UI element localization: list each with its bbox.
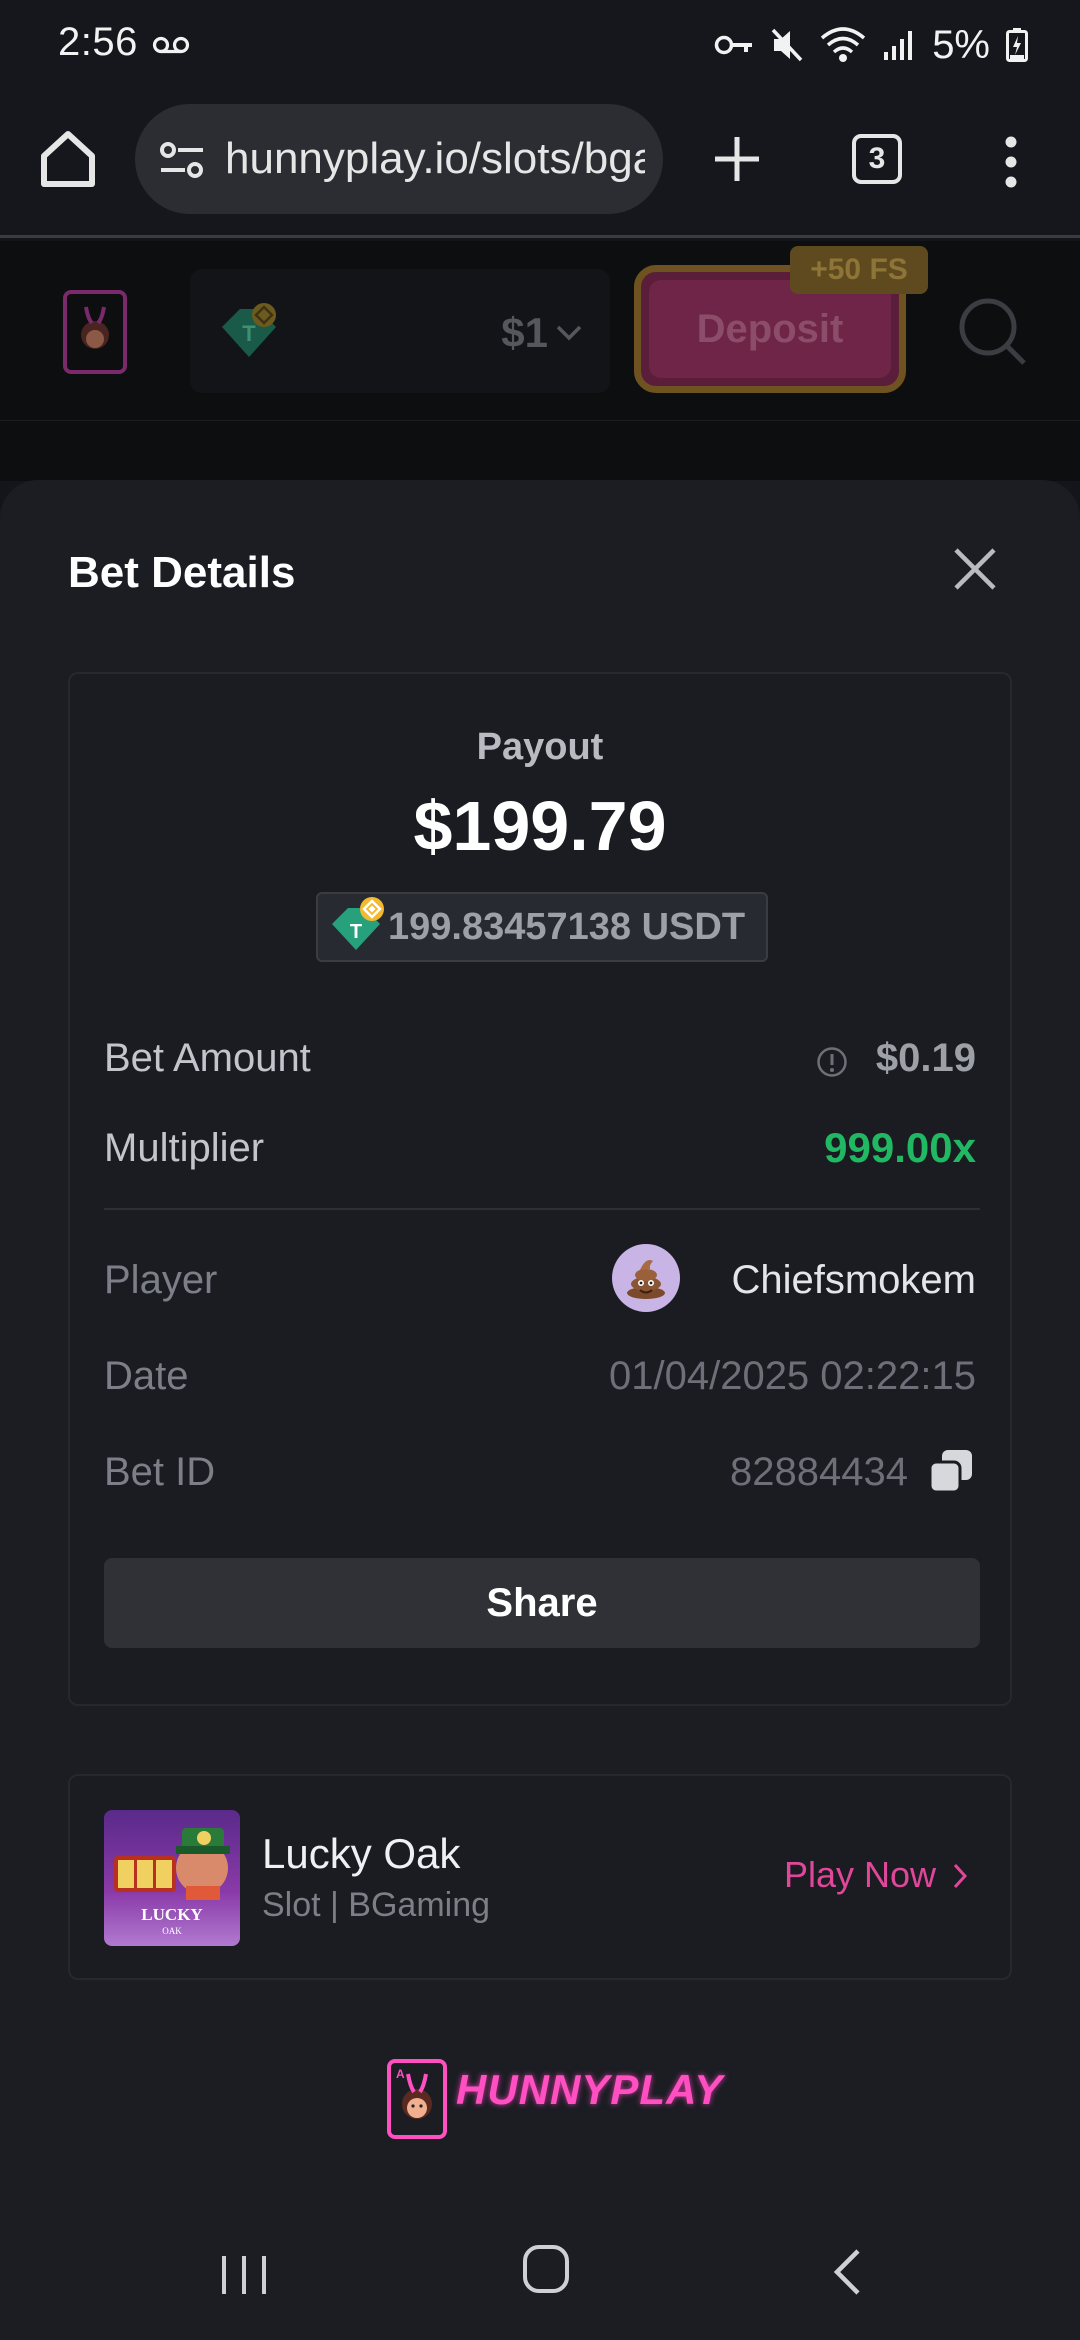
more-menu-icon[interactable]	[998, 136, 1024, 188]
game-card[interactable]: LUCKY OAK Lucky Oak Slot | BGaming Play …	[68, 1774, 1012, 1980]
multiplier-label: Multiplier	[104, 1126, 265, 1170]
site-logo-icon[interactable]	[62, 289, 128, 375]
svg-text:A: A	[396, 2067, 405, 2081]
site-header: T $1 Deposit +50 FS	[0, 241, 1080, 421]
bet-details-sheet: Bet Details Payout $199.79 T 199.8345713…	[0, 480, 1080, 2180]
game-thumbnail[interactable]: LUCKY OAK	[104, 1810, 240, 1946]
bet-amount-value: $0.19	[875, 1036, 976, 1080]
home-icon[interactable]	[38, 128, 98, 190]
brand-wordmark: HUNNYPLAY	[456, 2066, 724, 2113]
multiplier-value: 999.00x	[824, 1124, 976, 1171]
tab-switcher-button[interactable]: 3	[852, 134, 902, 184]
copy-icon[interactable]	[928, 1448, 974, 1494]
site-settings-icon[interactable]	[159, 140, 205, 180]
backdrop[interactable]	[0, 421, 1080, 481]
thumb-title: LUCKY	[141, 1905, 202, 1924]
game-title: Lucky Oak	[262, 1830, 461, 1877]
chevron-right-icon[interactable]	[952, 1862, 968, 1890]
address-bar[interactable]: hunnyplay.io/slots/bgaming-lucky-oak	[135, 104, 663, 214]
status-bar: 2:56 5%	[0, 0, 1080, 90]
hunnyplay-card-icon: A	[387, 2059, 447, 2139]
bet-amount-label: Bet Amount	[104, 1036, 311, 1080]
date-label: Date	[104, 1354, 189, 1398]
wifi-icon	[821, 27, 866, 62]
system-nav-bar	[0, 2180, 1080, 2340]
search-icon[interactable]	[958, 297, 1028, 367]
browser-toolbar: hunnyplay.io/slots/bgaming-lucky-oak 3	[0, 90, 1080, 238]
close-icon[interactable]	[952, 546, 998, 592]
vpn-key-icon	[714, 35, 753, 55]
bet-id-label: Bet ID	[104, 1450, 216, 1494]
battery-charging-icon	[1006, 28, 1028, 62]
game-meta: Slot | BGaming	[262, 1886, 491, 1924]
battery-percent: 5%	[932, 22, 990, 67]
voicemail-icon	[152, 36, 190, 54]
usdt-coin-icon: T	[332, 897, 384, 950]
sheet-title: Bet Details	[68, 548, 296, 597]
recents-icon[interactable]	[218, 2252, 270, 2298]
deposit-label: Deposit	[649, 280, 891, 378]
payout-value: $199.79	[413, 787, 667, 865]
status-time: 2:56	[58, 20, 138, 64]
status-icons: 5%	[714, 20, 1028, 70]
signal-icon	[884, 31, 913, 60]
balance-selector[interactable]: T $1	[190, 269, 610, 393]
usdt-coin-icon: T	[222, 303, 276, 357]
share-button[interactable]: Share	[104, 1558, 980, 1648]
player-label: Player	[104, 1258, 218, 1302]
back-icon[interactable]	[832, 2248, 862, 2296]
balance-amount: $1	[501, 309, 548, 356]
info-icon[interactable]	[816, 1046, 848, 1078]
svg-text:T: T	[350, 921, 362, 943]
payout-crypto-chip: T 199.83457138 USDT	[316, 892, 768, 962]
avatar[interactable]	[612, 1244, 680, 1312]
divider	[104, 1208, 980, 1210]
svg-text:T: T	[242, 321, 256, 346]
hunnyplay-logo: A HUNNYPLAY	[386, 2058, 722, 2140]
lucky-oak-thumbnail-image: LUCKY OAK	[104, 1810, 240, 1946]
thumb-subtitle: OAK	[162, 1926, 182, 1936]
bet-details-card: Payout $199.79 T 199.83457138 USDT Bet A…	[68, 672, 1012, 1706]
free-spins-badge: +50 FS	[790, 246, 928, 294]
mute-icon	[771, 28, 803, 62]
payout-label: Payout	[476, 726, 604, 768]
payout-crypto-amount: 199.83457138 USDT	[388, 906, 746, 948]
bet-id-value: 82884434	[730, 1450, 908, 1494]
player-name[interactable]: Chiefsmokem	[731, 1258, 976, 1303]
poop-emoji-icon	[627, 1260, 665, 1299]
date-value: 01/04/2025 02:22:15	[608, 1354, 976, 1398]
home-nav-icon[interactable]	[522, 2244, 570, 2294]
new-tab-icon[interactable]	[712, 134, 762, 184]
play-now-link[interactable]: Play Now	[784, 1854, 936, 1896]
chevron-down-icon	[556, 325, 582, 341]
url-text[interactable]: hunnyplay.io/slots/bgaming-lucky-oak	[225, 134, 645, 184]
